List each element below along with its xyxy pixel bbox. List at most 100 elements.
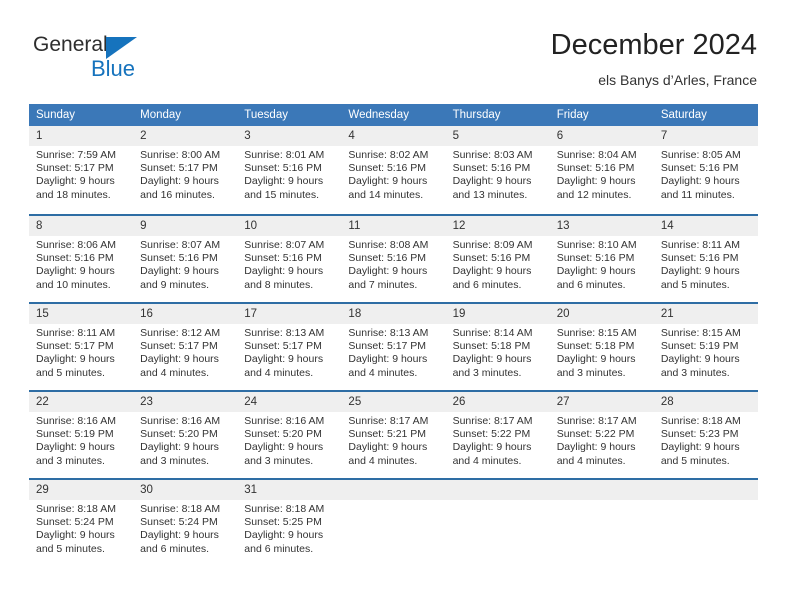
day-details: Sunrise: 8:15 AM Sunset: 5:19 PM Daylight:… (654, 324, 758, 380)
sunrise-text: Sunrise: 8:18 AM (660, 415, 741, 427)
day-details: Sunrise: 8:08 AM Sunset: 5:16 PM Daylight:… (341, 236, 445, 292)
day-cell[interactable]: 27 Sunrise: 8:17 AM Sunset: 5:22 PM Dayligh… (549, 390, 654, 478)
day-details: Sunrise: 8:17 AM Sunset: 5:21 PM Daylight:… (341, 412, 445, 468)
day-cell[interactable]: 19 Sunrise: 8:14 AM Sunset: 5:18 PM Dayligh… (445, 302, 550, 390)
calendar-cell[interactable]: 15 Sunrise: 8:11 AM Sunset: 5:17 PM Dayligh… (29, 302, 134, 390)
sunrise-text: Sunrise: 8:13 AM (348, 327, 429, 339)
day-cell[interactable]: 10 Sunrise: 8:07 AM Sunset: 5:16 PM Dayligh… (237, 214, 342, 302)
calendar-cell[interactable]: 2 Sunrise: 8:00 AM Sunset: 5:17 PM Daylight… (133, 126, 238, 214)
calendar-cell[interactable]: 27 Sunrise: 8:17 AM Sunset: 5:22 PM Dayligh… (549, 390, 654, 478)
daylight-text-line1: Daylight: 9 hours (140, 353, 219, 366)
daylight-text-line2: and 5 minutes. (660, 454, 730, 467)
sunrise-text: Sunrise: 8:15 AM (660, 327, 741, 339)
day-cell[interactable]: 14 Sunrise: 8:11 AM Sunset: 5:16 PM Dayligh… (653, 214, 758, 302)
day-number (445, 480, 550, 500)
sunset-text: Sunset: 5:16 PM (556, 252, 635, 265)
calendar-cell[interactable]: 13 Sunrise: 8:10 AM Sunset: 5:16 PM Dayligh… (549, 214, 654, 302)
day-cell[interactable]: 5 Sunrise: 8:03 AM Sunset: 5:16 PM Daylight… (445, 126, 550, 214)
daylight-text-line2: and 13 minutes. (452, 188, 528, 201)
calendar-cell[interactable]: 24 Sunrise: 8:16 AM Sunset: 5:20 PM Dayligh… (237, 390, 342, 478)
sunset-text: Sunset: 5:16 PM (36, 252, 114, 265)
day-cell[interactable]: 15 Sunrise: 8:11 AM Sunset: 5:17 PM Dayligh… (29, 302, 134, 390)
day-cell[interactable]: 28 Sunrise: 8:18 AM Sunset: 5:23 PM Dayligh… (653, 390, 758, 478)
daylight-text-line1: Daylight: 9 hours (556, 175, 636, 188)
day-cell[interactable]: 2 Sunrise: 8:00 AM Sunset: 5:17 PM Daylight… (133, 126, 238, 214)
sunrise-text: Sunrise: 8:13 AM (244, 327, 325, 339)
calendar-cell[interactable]: 14 Sunrise: 8:11 AM Sunset: 5:16 PM Dayligh… (653, 214, 758, 302)
calendar-cell[interactable]: 5 Sunrise: 8:03 AM Sunset: 5:16 PM Daylight… (445, 126, 550, 214)
day-cell[interactable]: 25 Sunrise: 8:17 AM Sunset: 5:21 PM Dayligh… (341, 390, 446, 478)
calendar-cell[interactable]: 23 Sunrise: 8:16 AM Sunset: 5:20 PM Dayligh… (133, 390, 238, 478)
calendar-cell[interactable] (653, 478, 758, 566)
calendar-cell[interactable]: 6 Sunrise: 8:04 AM Sunset: 5:16 PM Daylight… (549, 126, 654, 214)
day-cell[interactable]: 11 Sunrise: 8:08 AM Sunset: 5:16 PM Dayligh… (341, 214, 446, 302)
calendar-cell[interactable] (341, 478, 446, 566)
daylight-text-line2: and 3 minutes. (556, 366, 626, 379)
day-number: 29 (29, 480, 134, 500)
day-number (653, 480, 758, 500)
day-details: Sunrise: 8:03 AM Sunset: 5:16 PM Daylight:… (446, 146, 550, 202)
calendar-cell[interactable]: 11 Sunrise: 8:08 AM Sunset: 5:16 PM Dayligh… (341, 214, 446, 302)
calendar-cell[interactable]: 8 Sunrise: 8:06 AM Sunset: 5:16 PM Daylight… (29, 214, 134, 302)
calendar-cell[interactable]: 4 Sunrise: 8:02 AM Sunset: 5:16 PM Daylight… (341, 126, 446, 214)
day-cell[interactable]: 8 Sunrise: 8:06 AM Sunset: 5:16 PM Daylight… (29, 214, 134, 302)
day-cell[interactable]: 4 Sunrise: 8:02 AM Sunset: 5:16 PM Daylight… (341, 126, 446, 214)
calendar-cell[interactable]: 28 Sunrise: 8:18 AM Sunset: 5:23 PM Dayligh… (653, 390, 758, 478)
day-cell[interactable]: 30 Sunrise: 8:18 AM Sunset: 5:24 PM Dayligh… (133, 478, 238, 566)
day-number: 22 (29, 392, 134, 412)
calendar-cell[interactable]: 19 Sunrise: 8:14 AM Sunset: 5:18 PM Dayligh… (445, 302, 550, 390)
sunrise-text: Sunrise: 8:17 AM (556, 415, 637, 427)
calendar-cell[interactable]: 17 Sunrise: 8:13 AM Sunset: 5:17 PM Dayligh… (237, 302, 342, 390)
day-number: 1 (29, 126, 134, 146)
general-blue-logo[interactable]: General Blue (33, 33, 193, 81)
daylight-text-line2: and 9 minutes. (140, 278, 210, 291)
calendar-cell[interactable]: 22 Sunrise: 8:16 AM Sunset: 5:19 PM Dayligh… (29, 390, 134, 478)
calendar-cell[interactable]: 10 Sunrise: 8:07 AM Sunset: 5:16 PM Dayligh… (237, 214, 342, 302)
daylight-text-line1: Daylight: 9 hours (348, 265, 428, 278)
calendar-cell[interactable]: 20 Sunrise: 8:15 AM Sunset: 5:18 PM Dayligh… (549, 302, 654, 390)
daylight-text-line2: and 5 minutes. (36, 542, 105, 555)
weekday-header-thursday: Thursday (445, 104, 550, 126)
day-number: 15 (29, 304, 134, 324)
day-cell[interactable]: 21 Sunrise: 8:15 AM Sunset: 5:19 PM Dayligh… (653, 302, 758, 390)
calendar-cell[interactable]: 3 Sunrise: 8:01 AM Sunset: 5:16 PM Daylight… (237, 126, 342, 214)
calendar-cell[interactable]: 30 Sunrise: 8:18 AM Sunset: 5:24 PM Dayligh… (133, 478, 238, 566)
day-cell[interactable]: 29 Sunrise: 8:18 AM Sunset: 5:24 PM Dayligh… (29, 478, 134, 566)
daylight-text-line1: Daylight: 9 hours (452, 175, 532, 188)
day-cell[interactable]: 12 Sunrise: 8:09 AM Sunset: 5:16 PM Dayligh… (445, 214, 550, 302)
calendar-cell[interactable] (549, 478, 654, 566)
calendar-cell[interactable]: 12 Sunrise: 8:09 AM Sunset: 5:16 PM Dayligh… (445, 214, 550, 302)
day-cell[interactable]: 3 Sunrise: 8:01 AM Sunset: 5:16 PM Daylight… (237, 126, 342, 214)
day-cell[interactable]: 13 Sunrise: 8:10 AM Sunset: 5:16 PM Dayligh… (549, 214, 654, 302)
calendar-cell[interactable]: 21 Sunrise: 8:15 AM Sunset: 5:19 PM Dayligh… (653, 302, 758, 390)
calendar-cell[interactable]: 7 Sunrise: 8:05 AM Sunset: 5:16 PM Daylight… (653, 126, 758, 214)
day-cell[interactable]: 7 Sunrise: 8:05 AM Sunset: 5:16 PM Daylight… (653, 126, 758, 214)
daylight-text-line1: Daylight: 9 hours (140, 175, 219, 188)
day-cell[interactable]: 9 Sunrise: 8:07 AM Sunset: 5:16 PM Daylight… (133, 214, 238, 302)
sunset-text: Sunset: 5:17 PM (36, 340, 114, 353)
calendar-cell[interactable]: 29 Sunrise: 8:18 AM Sunset: 5:24 PM Dayligh… (29, 478, 134, 566)
day-cell[interactable]: 1 Sunrise: 7:59 AM Sunset: 5:17 PM Daylight… (29, 126, 134, 214)
sunset-text: Sunset: 5:16 PM (244, 252, 322, 265)
day-cell[interactable]: 26 Sunrise: 8:17 AM Sunset: 5:22 PM Dayligh… (445, 390, 550, 478)
calendar-cell[interactable]: 1 Sunrise: 7:59 AM Sunset: 5:17 PM Daylight… (29, 126, 134, 214)
calendar-cell[interactable]: 26 Sunrise: 8:17 AM Sunset: 5:22 PM Dayligh… (445, 390, 550, 478)
sunset-text: Sunset: 5:21 PM (348, 428, 427, 441)
calendar-table: Sunday Monday Tuesday Wednesday Thursday… (29, 104, 758, 566)
calendar-cell[interactable] (445, 478, 550, 566)
day-cell[interactable]: 31 Sunrise: 8:18 AM Sunset: 5:25 PM Dayligh… (237, 478, 342, 566)
day-cell[interactable]: 16 Sunrise: 8:12 AM Sunset: 5:17 PM Dayligh… (133, 302, 238, 390)
day-cell[interactable]: 22 Sunrise: 8:16 AM Sunset: 5:19 PM Dayligh… (29, 390, 134, 478)
calendar-cell[interactable]: 16 Sunrise: 8:12 AM Sunset: 5:17 PM Dayligh… (133, 302, 238, 390)
calendar-cell[interactable]: 25 Sunrise: 8:17 AM Sunset: 5:21 PM Dayligh… (341, 390, 446, 478)
calendar-cell[interactable]: 18 Sunrise: 8:13 AM Sunset: 5:17 PM Dayligh… (341, 302, 446, 390)
day-number: 5 (445, 126, 550, 146)
day-cell[interactable]: 23 Sunrise: 8:16 AM Sunset: 5:20 PM Dayligh… (133, 390, 238, 478)
calendar-cell[interactable]: 9 Sunrise: 8:07 AM Sunset: 5:16 PM Daylight… (133, 214, 238, 302)
day-cell[interactable]: 18 Sunrise: 8:13 AM Sunset: 5:17 PM Dayligh… (341, 302, 446, 390)
day-cell[interactable]: 6 Sunrise: 8:04 AM Sunset: 5:16 PM Daylight… (549, 126, 654, 214)
day-cell[interactable]: 17 Sunrise: 8:13 AM Sunset: 5:17 PM Dayligh… (237, 302, 342, 390)
day-cell[interactable]: 24 Sunrise: 8:16 AM Sunset: 5:20 PM Dayligh… (237, 390, 342, 478)
calendar-cell[interactable]: 31 Sunrise: 8:18 AM Sunset: 5:25 PM Dayligh… (237, 478, 342, 566)
day-cell[interactable]: 20 Sunrise: 8:15 AM Sunset: 5:18 PM Dayligh… (549, 302, 654, 390)
